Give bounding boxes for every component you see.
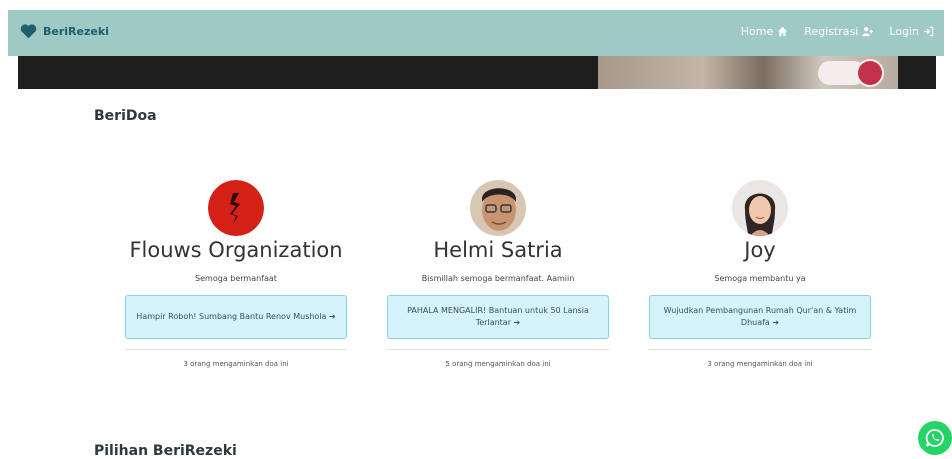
nav-home[interactable]: Home [741, 25, 788, 38]
prayer-card: Joy Semoga membantu ya Wujudkan Pembangu… [647, 180, 873, 368]
donor-name: Joy [744, 238, 776, 262]
whatsapp-button[interactable] [918, 421, 952, 455]
nav-login[interactable]: Login [889, 25, 934, 38]
nav-home-label: Home [740, 25, 774, 38]
donor-name: Helmi Satria [433, 238, 563, 262]
prayer-message: Bismillah semoga bermanfaat. Aamiin [421, 274, 575, 283]
user-photo-icon [732, 180, 788, 236]
divider [649, 349, 871, 350]
brand-name: BeriRezeki [43, 25, 109, 38]
divider [125, 349, 347, 350]
user-photo-icon [470, 180, 526, 236]
prayer-message: Semoga membantu ya [714, 274, 806, 283]
sign-in-icon [923, 26, 934, 37]
nav-registrasi[interactable]: Registrasi [804, 25, 874, 38]
campaign-link[interactable]: PAHALA MENGALIR! Bantuan untuk 50 Lansia… [387, 295, 609, 339]
organization-avatar [208, 180, 264, 236]
divider [387, 349, 609, 350]
user-avatar [470, 180, 526, 236]
prayer-card: Flouws Organization Semoga bermanfaat Ha… [123, 180, 349, 368]
donor-name: Flouws Organization [129, 238, 343, 262]
organization-logo-icon [208, 180, 264, 236]
prayer-card: Helmi Satria Bismillah semoga bermanfaat… [385, 180, 611, 368]
prayer-message: Semoga bermanfaat [195, 274, 277, 283]
nav-links: Home Registrasi Login [741, 25, 934, 38]
nav-registrasi-label: Registrasi [804, 25, 859, 38]
banner-heart-badge [856, 59, 884, 87]
user-plus-icon [862, 27, 874, 37]
amin-count: 5 orang mengaminkan doa ini [445, 360, 551, 368]
amin-count: 3 orang mengaminkan doa ini [707, 360, 813, 368]
nav-login-label: Login [889, 25, 919, 38]
beridoa-title: BeriDoa [94, 108, 157, 124]
brand-logo[interactable]: BeriRezeki [20, 24, 109, 39]
amin-count: 3 orang mengaminkan doa ini [183, 360, 289, 368]
home-icon [778, 26, 788, 37]
hero-banner [18, 56, 936, 89]
campaign-link[interactable]: Wujudkan Pembangunan Rumah Qur'an & Yati… [649, 295, 871, 339]
user-avatar [732, 180, 788, 236]
heart-icon [20, 24, 37, 39]
navbar: BeriRezeki Home Registrasi Login [8, 10, 944, 56]
pilihan-berirezeki-title: Pilihan BeriRezeki [94, 443, 237, 459]
campaign-link[interactable]: Hampir Roboh! Sumbang Bantu Renov Mushol… [125, 295, 347, 339]
whatsapp-icon [925, 429, 944, 447]
